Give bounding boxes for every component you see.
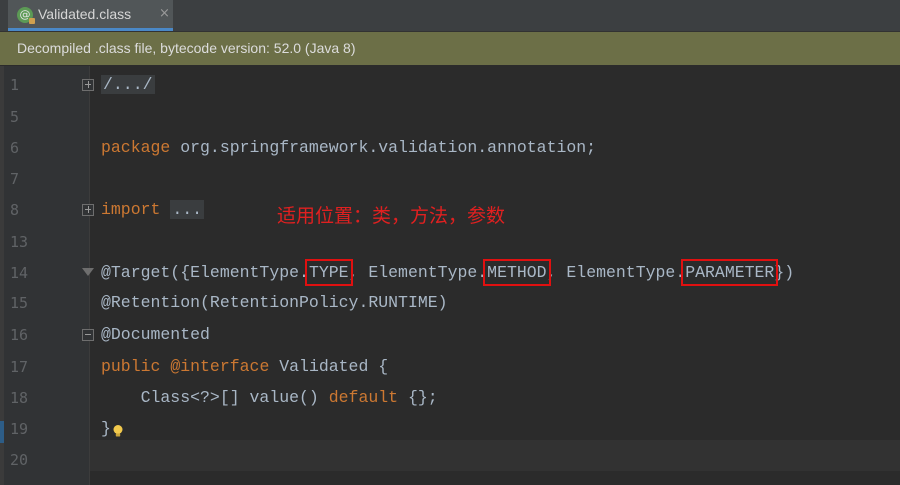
close-icon[interactable]: × <box>159 6 170 21</box>
fold-expand-icon[interactable] <box>82 204 94 216</box>
code-text: package org.springframework.validation.a… <box>101 137 596 159</box>
code-line: 7 <box>0 168 900 190</box>
code-text: @Target({ElementType.TYPE, ElementType.M… <box>101 259 795 286</box>
line-number: 17 <box>10 358 29 376</box>
editor-tab-bar: @ Validated.class × <box>0 0 900 32</box>
highlight-method: METHOD <box>483 259 551 286</box>
fold-expand-icon[interactable] <box>82 79 94 91</box>
keyword: @interface <box>160 357 270 376</box>
tab-label: Validated.class <box>38 6 132 22</box>
code-line: 16 @Documented <box>0 324 900 346</box>
code-line: 18 Class<?>[] value() default {}; <box>0 387 900 409</box>
highlight-parameter: PARAMETER <box>681 259 779 286</box>
folded-header[interactable]: /.../ <box>101 75 155 94</box>
code-text: @Documented <box>101 325 210 344</box>
code-text: import ... <box>101 199 205 221</box>
code-text: Class<?>[] value() default {}; <box>101 387 438 409</box>
line-number: 7 <box>10 170 20 188</box>
code-text: @Retention(RetentionPolicy.RUNTIME) <box>101 293 448 312</box>
tab-validated-class[interactable]: @ Validated.class × <box>8 0 173 31</box>
code-line: 19 } <box>0 418 900 440</box>
folded-imports[interactable]: ... <box>170 200 205 219</box>
code-token: Validated { <box>269 357 389 376</box>
keyword: import <box>101 200 161 219</box>
keyword: package <box>101 138 171 157</box>
class-file-icon: @ <box>17 7 35 24</box>
line-number: 19 <box>10 420 29 438</box>
line-number: 5 <box>10 108 20 126</box>
code-line: 6 package org.springframework.validation… <box>0 137 900 159</box>
code-line: 13 <box>0 231 900 253</box>
fold-collapse-icon[interactable] <box>82 329 94 341</box>
code-token: {}; <box>398 388 438 407</box>
lightbulb-icon[interactable] <box>111 424 125 438</box>
code-token: org.springframework.validation.annotatio… <box>170 138 597 157</box>
line-number: 14 <box>10 264 29 282</box>
code-text: public @interface Validated { <box>101 356 388 378</box>
code-token: Class<?>[] value() <box>101 388 329 407</box>
line-number: 6 <box>10 139 20 157</box>
code-text: /.../ <box>101 74 155 96</box>
code-editor[interactable]: 1 /.../ 5 6 package org.springframework.… <box>0 66 900 485</box>
code-token: }) <box>774 263 795 282</box>
code-line: 15 @Retention(RetentionPolicy.RUNTIME) <box>0 292 900 314</box>
code-line: 17 public @interface Validated { <box>0 356 900 378</box>
line-number: 1 <box>10 76 20 94</box>
line-number: 13 <box>10 233 29 251</box>
line-number: 15 <box>10 294 29 312</box>
code-line: 14 @Target({ElementType.TYPE, ElementTyp… <box>0 259 900 286</box>
code-text: } <box>101 419 111 438</box>
line-number: 16 <box>10 326 29 344</box>
code-line: 20 <box>0 449 900 471</box>
keyword: public <box>101 357 161 376</box>
highlight-type: TYPE <box>304 259 353 286</box>
annotation-note: 适用位置：类，方法，参数 <box>277 205 506 227</box>
decompiled-info-banner: Decompiled .class file, bytecode version… <box>0 32 900 65</box>
code-line: 1 /.../ <box>0 74 900 96</box>
keyword: default <box>328 388 399 407</box>
code-token: , ElementType. <box>348 263 488 282</box>
line-number: 20 <box>10 451 29 469</box>
banner-text: Decompiled .class file, bytecode version… <box>17 40 356 56</box>
fold-collapse-icon[interactable] <box>82 267 94 279</box>
code-token: @Target({ElementType. <box>101 263 309 282</box>
line-number: 18 <box>10 389 29 407</box>
code-line: 5 <box>0 106 900 128</box>
code-token: , ElementType. <box>546 263 686 282</box>
line-number: 8 <box>10 201 20 219</box>
